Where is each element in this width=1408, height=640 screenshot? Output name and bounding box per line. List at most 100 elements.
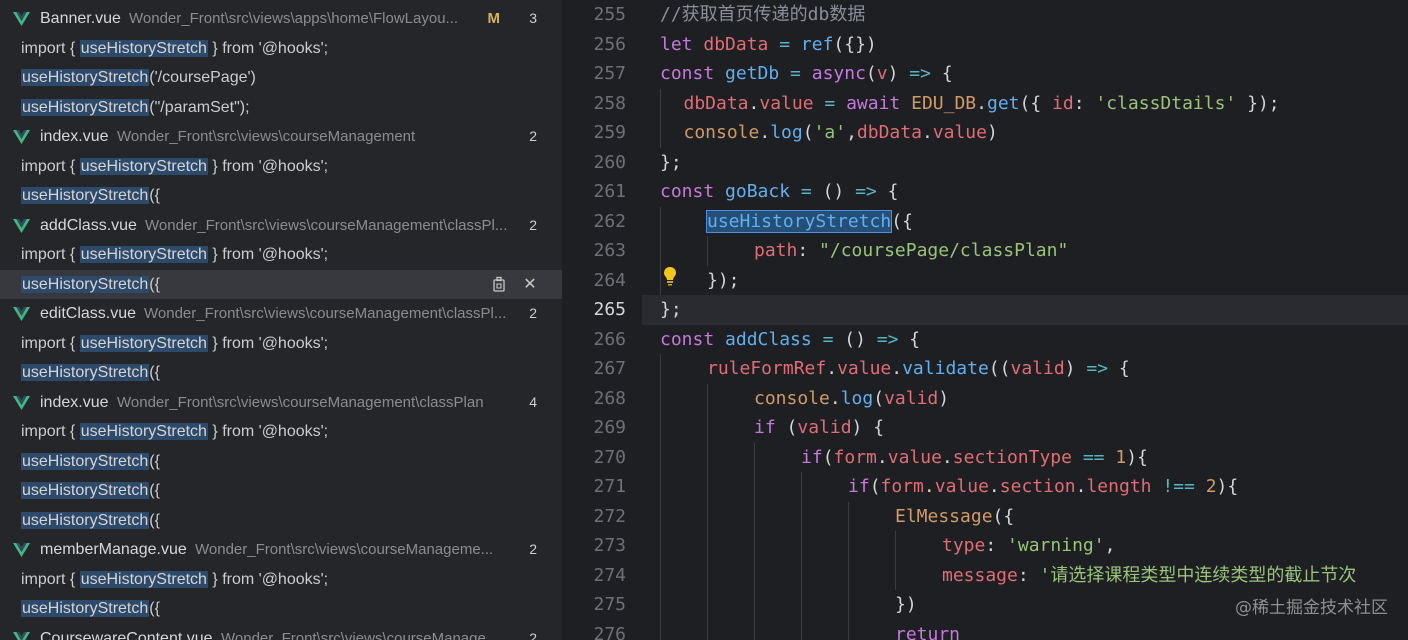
code-line[interactable]: ElMessage({: [895, 502, 1014, 532]
match-highlight: useHistoryStretch: [21, 69, 150, 86]
search-file-row[interactable]: Banner.vue Wonder_Front\src\views\apps\ho…: [0, 4, 562, 34]
search-match-row[interactable]: useHistoryStretch('/coursePage'): [0, 63, 562, 93]
match-highlight: useHistoryStretch: [79, 246, 208, 263]
code-token: value: [932, 122, 987, 143]
indent-guide: [801, 560, 802, 590]
line-number: 268: [593, 387, 626, 409]
search-match-row[interactable]: useHistoryStretch({: [0, 476, 562, 506]
indent-guide: [660, 619, 661, 640]
code-token: {: [887, 181, 899, 202]
search-match-row[interactable]: import { useHistoryStretch } from '@hook…: [0, 240, 562, 270]
code-line[interactable]: message: '请选择课程类型中连续类型的截止节次: [942, 561, 1356, 591]
search-file-row[interactable]: index.vue Wonder_Front\src\views\courseMa…: [0, 122, 562, 152]
replace-icon[interactable]: [490, 270, 508, 300]
code-token: =: [768, 33, 801, 55]
code-token: =>: [855, 181, 888, 202]
search-match-row[interactable]: import { useHistoryStretch } from '@hook…: [0, 565, 562, 595]
code-line[interactable]: type: 'warning',: [942, 531, 1115, 561]
indent-guide: [801, 531, 802, 561]
search-file-row[interactable]: memberManage.vue Wonder_Front\src\views\c…: [0, 535, 562, 565]
code-line[interactable]: dbData.value = await EDU_DB.get({ id: 'c…: [684, 89, 1280, 119]
vue-file-icon: [13, 543, 30, 557]
code-line[interactable]: return: [895, 620, 960, 640]
match-text: useHistoryStretch({: [21, 594, 160, 624]
lightbulb-icon[interactable]: [662, 266, 678, 286]
code-line[interactable]: });: [707, 266, 740, 296]
line-number: 273: [593, 535, 626, 556]
search-match-row[interactable]: import { useHistoryStretch } from '@hook…: [0, 329, 562, 359]
file-path: Wonder_Front\src\views\courseManageme...: [195, 541, 494, 558]
search-match-row[interactable]: useHistoryStretch({✕: [0, 269, 562, 300]
dismiss-icon[interactable]: ✕: [521, 270, 539, 300]
code-token: (): [844, 328, 877, 350]
search-match-row[interactable]: import { useHistoryStretch } from '@hook…: [0, 152, 562, 182]
code-line[interactable]: useHistoryStretch({: [705, 207, 913, 237]
search-match-row[interactable]: import { useHistoryStretch } from '@hook…: [0, 34, 562, 64]
match-highlight: useHistoryStretch: [21, 364, 150, 381]
code-token: =>: [1086, 358, 1119, 379]
indent-guide: [895, 531, 896, 561]
indent-guide: [754, 619, 755, 640]
file-path: Wonder_Front\src\views\courseManagement: [117, 128, 416, 145]
search-match-row[interactable]: import { useHistoryStretch } from '@hook…: [0, 417, 562, 447]
code-token: console: [754, 387, 830, 409]
code-token: (: [873, 387, 885, 409]
match-text: useHistoryStretch({: [21, 506, 160, 536]
search-match-row[interactable]: useHistoryStretch("/paramSet");: [0, 93, 562, 123]
file-path: Wonder_Front\src\views\apps\home\FlowLay…: [129, 10, 459, 27]
match-suffix: ({: [149, 511, 160, 529]
match-count-badge: 4: [529, 393, 537, 410]
code-line[interactable]: const addClass = () => {: [660, 325, 920, 355]
code-line[interactable]: console.log(valid): [754, 384, 949, 414]
code-token: ruleFormRef: [707, 358, 827, 379]
search-file-row[interactable]: addClass.vue Wonder_Front\src\views\cours…: [0, 211, 562, 241]
code-line[interactable]: path: "/coursePage/classPlan": [754, 236, 1068, 266]
code-line[interactable]: ruleFormRef.value.validate((valid) => {: [707, 354, 1130, 384]
line-number: 271: [593, 476, 626, 497]
match-suffix: } from '@hooks';: [207, 246, 329, 263]
code-token: =: [779, 63, 812, 84]
code-line[interactable]: };: [660, 295, 682, 325]
search-match-row[interactable]: useHistoryStretch({: [0, 506, 562, 536]
match-suffix: ('/coursePage'): [149, 69, 256, 86]
code-token: :: [1073, 92, 1096, 114]
code-line[interactable]: if (valid) {: [754, 413, 884, 443]
file-name: index.vue: [40, 128, 109, 145]
code-token: v: [876, 63, 888, 84]
search-match-row[interactable]: useHistoryStretch({: [0, 447, 562, 477]
code-token: value: [837, 358, 892, 379]
line-number: 269: [593, 417, 626, 438]
code-line[interactable]: };: [660, 148, 682, 178]
code-token: //获取首页传递的db数据: [660, 4, 866, 25]
search-file-row[interactable]: index.vue Wonder_Front\src\views\courseMa…: [0, 388, 562, 418]
search-match-row[interactable]: useHistoryStretch({: [0, 358, 562, 388]
match-count-badge: 3: [529, 10, 537, 26]
search-match-row[interactable]: useHistoryStretch({: [0, 594, 562, 624]
code-line[interactable]: console.log('a',dbData.value): [684, 118, 998, 148]
code-token: ({: [891, 210, 913, 232]
code-line[interactable]: //获取首页传递的db数据: [660, 0, 865, 30]
match-highlight: useHistoryStretch: [79, 157, 208, 175]
indent-guide: [801, 501, 802, 531]
indent-guide: [848, 531, 849, 561]
search-file-row[interactable]: editClass.vue Wonder_Front\src\views\cour…: [0, 299, 562, 329]
code-line[interactable]: if(form.value.sectionType == 1){: [801, 443, 1148, 473]
code-token: 1: [1115, 446, 1127, 468]
code-line[interactable]: let dbData = ref({}): [660, 30, 877, 60]
search-match-row[interactable]: useHistoryStretch({: [0, 181, 562, 211]
match-text: useHistoryStretch({: [21, 476, 160, 506]
match-highlight: useHistoryStretch: [21, 275, 150, 293]
code-token: ==: [1071, 446, 1116, 468]
line-number: 274: [593, 564, 626, 586]
code-token: validate: [902, 358, 989, 379]
code-line[interactable]: }): [895, 590, 917, 620]
code-token: (: [865, 63, 877, 84]
code-editor[interactable]: 255 256 257 258 259 260 261 262 263 264 265 266 267 2…: [562, 0, 1408, 640]
code-line[interactable]: if(form.value.section.length !== 2){: [848, 472, 1238, 502]
search-file-row[interactable]: CoursewareContent.vue Wonder_Front\src\vi…: [0, 624, 562, 640]
code-token: EDU_DB: [911, 92, 977, 114]
indent-guide: [660, 531, 661, 561]
code-line[interactable]: const getDb = async(v) => {: [660, 59, 953, 89]
line-number: 258: [593, 92, 626, 114]
code-line[interactable]: const goBack = () => {: [660, 177, 898, 207]
